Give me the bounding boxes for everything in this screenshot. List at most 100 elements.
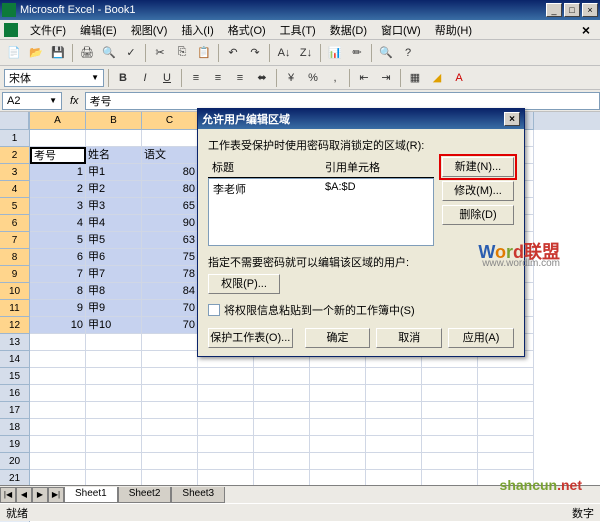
doc-close-button[interactable]: × xyxy=(576,22,596,38)
apply-button[interactable]: 应用(A) xyxy=(448,328,514,348)
modify-button[interactable]: 修改(M)... xyxy=(442,181,514,201)
cell[interactable] xyxy=(478,368,534,385)
close-button[interactable]: × xyxy=(582,3,598,17)
cell[interactable] xyxy=(310,402,366,419)
row-header[interactable]: 11 xyxy=(0,300,29,317)
row-header[interactable]: 10 xyxy=(0,283,29,300)
font-color-icon[interactable]: A xyxy=(449,68,469,88)
cell[interactable]: 2 xyxy=(30,181,86,198)
help-icon[interactable]: ? xyxy=(398,43,418,63)
row-header[interactable]: 20 xyxy=(0,453,29,470)
cell[interactable] xyxy=(478,436,534,453)
cell[interactable] xyxy=(254,385,310,402)
cell[interactable] xyxy=(30,436,86,453)
cell[interactable] xyxy=(366,368,422,385)
cell[interactable] xyxy=(30,419,86,436)
cell[interactable]: 甲9 xyxy=(86,300,142,317)
delete-button[interactable]: 删除(D) xyxy=(442,205,514,225)
row-header[interactable]: 14 xyxy=(0,351,29,368)
cell[interactable] xyxy=(478,402,534,419)
sheet-tab-1[interactable]: Sheet1 xyxy=(64,487,118,503)
cell[interactable]: 6 xyxy=(30,249,86,266)
cell[interactable]: 65 xyxy=(142,198,198,215)
cell[interactable] xyxy=(86,334,142,351)
currency-icon[interactable]: ¥ xyxy=(281,68,301,88)
menu-file[interactable]: 文件(F) xyxy=(24,20,72,40)
list-item[interactable]: 李老师 $A:$D xyxy=(209,179,433,199)
indent-inc-icon[interactable]: ⇥ xyxy=(376,68,396,88)
protect-sheet-button[interactable]: 保护工作表(O)... xyxy=(208,328,293,348)
cell[interactable]: 80 xyxy=(142,181,198,198)
row-header[interactable]: 4 xyxy=(0,181,29,198)
menu-insert[interactable]: 插入(I) xyxy=(175,20,219,40)
new-button[interactable]: 新建(N)... xyxy=(442,157,514,177)
cut-icon[interactable]: ✂ xyxy=(150,43,170,63)
column-header[interactable]: C xyxy=(142,112,198,130)
cell[interactable] xyxy=(478,419,534,436)
cell[interactable] xyxy=(254,453,310,470)
cell[interactable] xyxy=(422,436,478,453)
cell[interactable] xyxy=(142,368,198,385)
cell[interactable]: 75 xyxy=(142,249,198,266)
cell[interactable] xyxy=(142,402,198,419)
cell[interactable]: 甲7 xyxy=(86,266,142,283)
cell[interactable]: 84 xyxy=(142,283,198,300)
cell[interactable] xyxy=(254,368,310,385)
row-header[interactable]: 15 xyxy=(0,368,29,385)
row-header[interactable]: 2 xyxy=(0,147,29,164)
dialog-close-button[interactable]: × xyxy=(504,112,520,126)
borders-icon[interactable]: ▦ xyxy=(405,68,425,88)
sort-asc-icon[interactable]: A↓ xyxy=(274,43,294,63)
name-box[interactable]: A2 ▼ xyxy=(2,92,62,110)
cell[interactable] xyxy=(198,453,254,470)
align-left-icon[interactable]: ≡ xyxy=(186,68,206,88)
cell[interactable] xyxy=(366,402,422,419)
ranges-list[interactable]: 李老师 $A:$D xyxy=(208,178,434,246)
cell[interactable] xyxy=(30,402,86,419)
cell[interactable]: 甲3 xyxy=(86,198,142,215)
cell[interactable] xyxy=(86,130,142,147)
cell[interactable] xyxy=(30,130,86,147)
formula-input[interactable]: 考号 xyxy=(85,92,600,110)
cell[interactable] xyxy=(310,453,366,470)
fill-color-icon[interactable]: ◢ xyxy=(427,68,447,88)
cell[interactable] xyxy=(86,351,142,368)
tab-next-icon[interactable]: ▶ xyxy=(32,487,48,503)
cell[interactable]: 甲4 xyxy=(86,215,142,232)
cell[interactable] xyxy=(422,368,478,385)
paste-icon[interactable]: 📋 xyxy=(194,43,214,63)
drawing-icon[interactable]: ✏ xyxy=(347,43,367,63)
cell[interactable]: 甲6 xyxy=(86,249,142,266)
row-header[interactable]: 8 xyxy=(0,249,29,266)
cell[interactable] xyxy=(366,419,422,436)
cell[interactable] xyxy=(86,453,142,470)
menu-view[interactable]: 视图(V) xyxy=(125,20,174,40)
ok-button[interactable]: 确定 xyxy=(305,328,371,348)
sort-desc-icon[interactable]: Z↓ xyxy=(296,43,316,63)
cell[interactable] xyxy=(310,385,366,402)
save-icon[interactable]: 💾 xyxy=(48,43,68,63)
copy-icon[interactable]: ⎘ xyxy=(172,43,192,63)
menu-edit[interactable]: 编辑(E) xyxy=(74,20,123,40)
cell[interactable]: 70 xyxy=(142,300,198,317)
cell[interactable] xyxy=(478,385,534,402)
maximize-button[interactable]: □ xyxy=(564,3,580,17)
cell[interactable] xyxy=(366,436,422,453)
cell[interactable]: 5 xyxy=(30,232,86,249)
row-header[interactable]: 16 xyxy=(0,385,29,402)
cell[interactable] xyxy=(366,453,422,470)
row-header[interactable]: 7 xyxy=(0,232,29,249)
cell[interactable] xyxy=(142,419,198,436)
column-header[interactable]: A xyxy=(30,112,86,130)
cell[interactable]: 甲2 xyxy=(86,181,142,198)
preview-icon[interactable]: 🔍 xyxy=(99,43,119,63)
cell[interactable] xyxy=(310,368,366,385)
row-header[interactable]: 13 xyxy=(0,334,29,351)
row-header[interactable]: 9 xyxy=(0,266,29,283)
row-header[interactable]: 12 xyxy=(0,317,29,334)
cell[interactable] xyxy=(254,419,310,436)
minimize-button[interactable]: _ xyxy=(546,3,562,17)
menu-tools[interactable]: 工具(T) xyxy=(274,20,322,40)
cell[interactable]: 语文 xyxy=(142,147,198,164)
paste-checkbox[interactable] xyxy=(208,304,220,316)
